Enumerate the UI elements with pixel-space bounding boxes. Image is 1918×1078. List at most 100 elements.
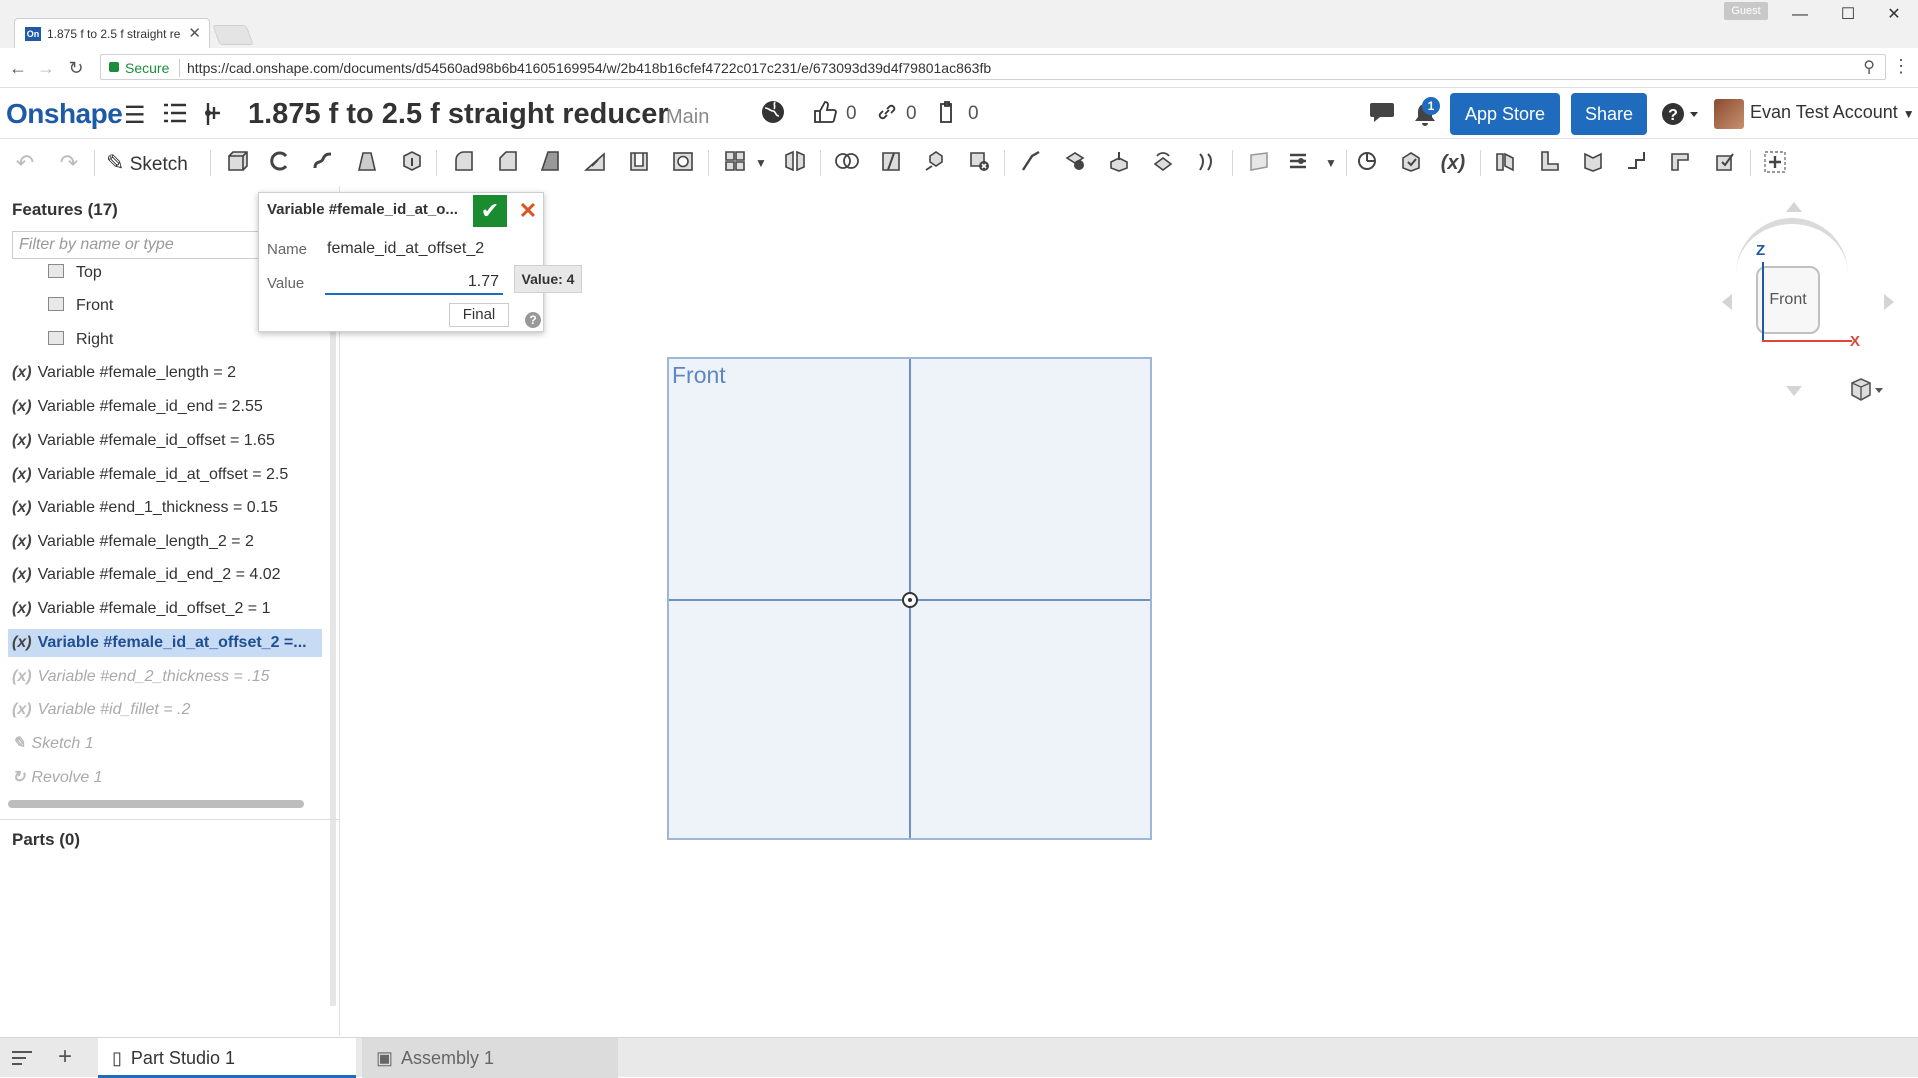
sheet-metal-model-icon[interactable] [1492, 150, 1518, 176]
variable-value-input[interactable] [325, 271, 503, 295]
transform-icon[interactable] [922, 150, 948, 176]
reload-icon[interactable]: ↻ [64, 56, 88, 80]
draft-icon[interactable] [538, 150, 564, 176]
feature-item[interactable]: (x) Variable #female_id_end = 2.55 [12, 393, 322, 421]
sketch-button[interactable]: ✎ Sketch [106, 148, 188, 178]
vertical-scrollbar[interactable] [330, 286, 336, 1006]
tab-assembly[interactable]: ▣ Assembly 1 [362, 1038, 618, 1078]
move-face-icon[interactable] [1106, 150, 1132, 176]
redo-icon[interactable]: ↷ [56, 150, 82, 176]
chevron-down-icon[interactable]: ▼ [1318, 150, 1344, 176]
help-icon[interactable]: ? [525, 312, 541, 328]
guest-profile-badge[interactable]: Guest [1724, 2, 1768, 20]
mirror-icon[interactable] [782, 150, 808, 176]
split-icon[interactable] [878, 150, 904, 176]
cancel-x-button[interactable]: ✕ [513, 195, 543, 227]
feature-item-rolled-back[interactable]: ↻ Revolve 1 [12, 764, 322, 792]
measure-icon[interactable] [1354, 150, 1380, 176]
modify-fillet-icon[interactable] [1018, 150, 1044, 176]
feature-item-rolled-back[interactable]: (x) Variable #end_2_thickness = .15 [12, 663, 322, 691]
plane-front[interactable]: Front [48, 297, 113, 315]
chevron-down-icon[interactable]: ▼ [748, 150, 774, 176]
tab-manager-icon[interactable] [10, 1046, 34, 1074]
feature-item[interactable]: (x) Variable #female_id_at_offset = 2.5 [12, 461, 322, 489]
extrude-icon[interactable] [224, 150, 250, 176]
undo-icon[interactable]: ↶ [12, 150, 38, 176]
public-globe-icon[interactable] [760, 99, 786, 132]
version-graph-icon[interactable] [202, 101, 226, 134]
import-icon[interactable] [1398, 150, 1424, 176]
document-title[interactable]: 1.875 f to 2.5 f straight reducer [248, 98, 669, 131]
back-icon[interactable]: ← [6, 56, 30, 80]
delete-face-icon[interactable] [1062, 150, 1088, 176]
final-button[interactable]: Final [449, 303, 509, 327]
tab-part-studio[interactable]: ▯ Part Studio 1 [98, 1038, 356, 1078]
tab-feature-icon[interactable] [1624, 150, 1650, 176]
fillet-icon[interactable] [450, 150, 476, 176]
rotate-down-icon[interactable] [1786, 386, 1802, 396]
pattern-icon[interactable] [722, 150, 748, 176]
rib-icon[interactable] [582, 150, 608, 176]
revolve-icon[interactable] [266, 150, 292, 176]
forward-icon[interactable]: → [34, 56, 58, 80]
accept-checkmark-button[interactable]: ✔ [473, 195, 507, 227]
plane-icon[interactable] [1246, 150, 1272, 176]
url-input[interactable]: Secure https://cad.onshape.com/documents… [100, 54, 1886, 80]
hole-icon[interactable] [670, 150, 696, 176]
mate-connector-icon[interactable] [1288, 150, 1314, 176]
feature-item[interactable]: (x) Variable #female_id_offset_2 = 1 [12, 595, 322, 623]
variable-icon[interactable]: (x) [1440, 150, 1466, 176]
finish-sheet-metal-icon[interactable] [1712, 150, 1738, 176]
variable-name-input[interactable] [325, 237, 535, 261]
browser-menu-icon[interactable]: ⋮ [1892, 56, 1910, 77]
sweep-icon[interactable] [310, 150, 336, 176]
rotate-up-icon[interactable] [1786, 202, 1802, 212]
link-icon[interactable] [876, 101, 898, 130]
horizontal-scrollbar[interactable] [8, 800, 304, 808]
app-store-button[interactable]: App Store [1450, 93, 1560, 135]
feature-list-icon[interactable] [162, 101, 188, 132]
add-tab-plus-icon[interactable]: + [58, 1043, 72, 1071]
help-menu-icon[interactable]: ? [1660, 101, 1700, 134]
delete-part-icon[interactable] [966, 150, 992, 176]
hamburger-menu-icon[interactable]: ☰ [124, 101, 146, 130]
loft-icon[interactable] [354, 150, 380, 176]
feature-item-rolled-back[interactable]: ✎ Sketch 1 [12, 730, 322, 758]
plane-right[interactable]: Right [48, 331, 113, 349]
new-tab-button[interactable] [212, 25, 254, 45]
front-plane[interactable]: Front [667, 357, 1152, 840]
boolean-icon[interactable] [834, 150, 860, 176]
plane-top[interactable]: Top [48, 264, 102, 282]
copy-icon[interactable] [936, 100, 960, 131]
feature-filter-input[interactable]: Filter by name or type [12, 231, 262, 259]
rotate-right-icon[interactable] [1884, 294, 1894, 310]
user-menu[interactable]: Evan Test Account ▼ [1750, 102, 1915, 123]
offset-surface-icon[interactable] [1194, 150, 1220, 176]
bend-relief-icon[interactable] [1668, 150, 1694, 176]
feature-item-selected[interactable]: (x) Variable #female_id_at_offset_2 =... [8, 629, 322, 657]
browser-tab[interactable]: On 1.875 f to 2.5 f straight re ✕ [14, 18, 210, 48]
shell-icon[interactable] [626, 150, 652, 176]
feature-item[interactable]: (x) Variable #end_1_thickness = 0.15 [12, 494, 322, 522]
feature-item[interactable]: (x) Variable #female_length_2 = 2 [12, 528, 322, 556]
chamfer-icon[interactable] [494, 150, 520, 176]
maximize-window-button[interactable]: ☐ [1828, 4, 1868, 26]
display-mode-cube-icon[interactable] [1848, 378, 1884, 408]
add-custom-feature-icon[interactable] [1762, 150, 1788, 176]
feature-item[interactable]: (x) Variable #female_id_end_2 = 4.02 [12, 561, 322, 589]
minimize-window-button[interactable]: — [1780, 4, 1820, 26]
flange-icon[interactable] [1536, 150, 1562, 176]
like-icon[interactable] [812, 99, 838, 132]
rotate-left-icon[interactable] [1722, 294, 1732, 310]
close-window-button[interactable]: ✕ [1874, 4, 1914, 26]
comments-icon[interactable] [1368, 99, 1396, 132]
onshape-logo[interactable]: Onshape [6, 98, 123, 130]
feature-item[interactable]: (x) Variable #female_id_offset = 1.65 [12, 427, 322, 455]
view-cube-front-face[interactable]: Front [1756, 266, 1820, 334]
feature-item-rolled-back[interactable]: (x) Variable #id_fillet = .2 [12, 696, 322, 724]
thicken-icon[interactable] [398, 150, 424, 176]
hem-icon[interactable] [1580, 150, 1606, 176]
user-avatar[interactable] [1714, 99, 1744, 129]
replace-face-icon[interactable] [1150, 150, 1176, 176]
feature-item[interactable]: (x) Variable #female_length = 2 [12, 359, 322, 387]
